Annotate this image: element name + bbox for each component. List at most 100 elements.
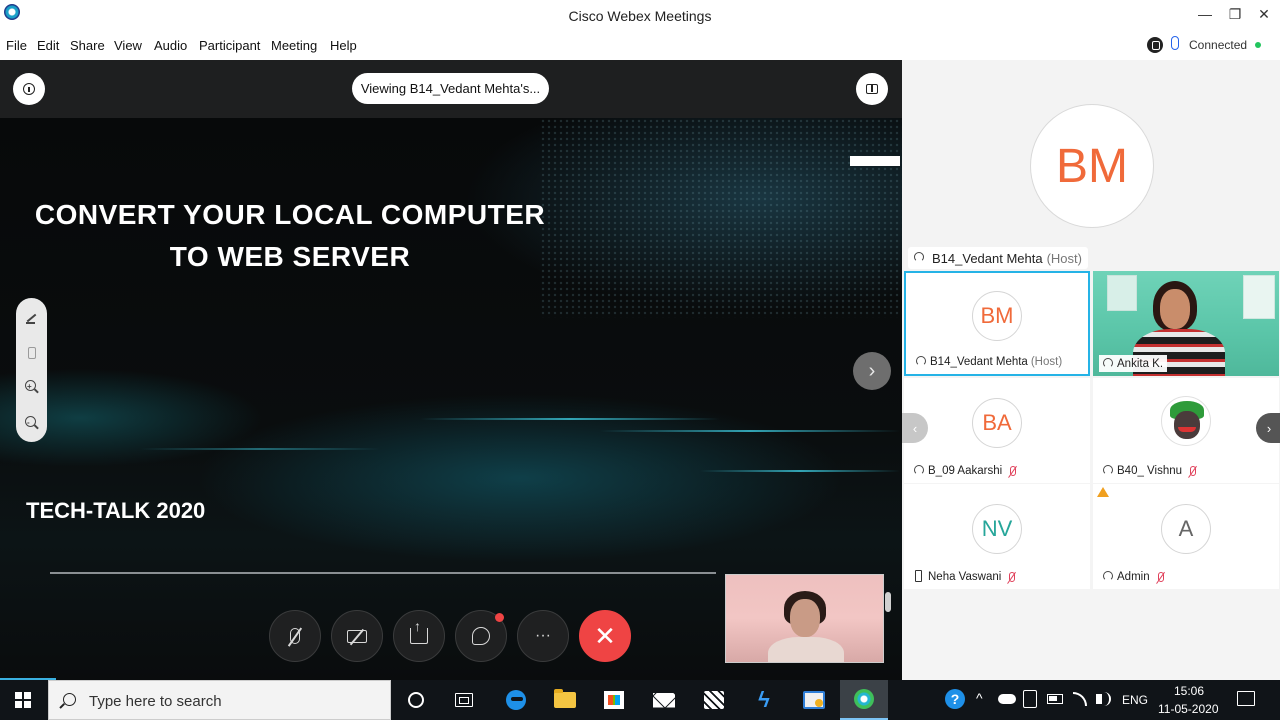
edge-button[interactable] — [492, 680, 540, 720]
bolt-icon: ϟ — [758, 687, 770, 712]
participant-tile[interactable]: A Admin — [1093, 484, 1279, 589]
connection-status-dot — [1255, 42, 1261, 48]
menu-edit[interactable]: Edit — [37, 38, 59, 53]
slide-subtitle: TECH-TALK 2020 — [26, 498, 206, 523]
windows-taskbar: Type here to search ϟ ? ^ ENG 15:06 11-0… — [0, 680, 1280, 720]
next-participants-button[interactable]: › — [1256, 413, 1280, 443]
next-page-button[interactable]: › — [853, 352, 891, 390]
microphone-icon[interactable] — [1171, 36, 1179, 50]
video-person-face — [1160, 289, 1190, 329]
participant-label: Ankita K. — [1099, 355, 1168, 372]
lock-icon[interactable] — [1147, 37, 1163, 53]
active-speaker-role: (Host) — [1046, 250, 1082, 266]
store-button[interactable] — [590, 680, 638, 720]
connection-status: Connected — [1189, 38, 1248, 52]
input-language[interactable]: ENG — [1122, 693, 1148, 707]
minimize-button[interactable]: — — [1190, 2, 1220, 26]
share-button[interactable] — [393, 610, 445, 662]
self-view-video[interactable] — [725, 574, 884, 663]
participant-tile[interactable]: NV Neha Vaswani — [904, 484, 1090, 589]
viewing-indicator[interactable]: Viewing B14_Vedant Mehta's... — [352, 73, 549, 104]
pen-icon[interactable] — [25, 312, 38, 325]
notifications-icon[interactable] — [1237, 691, 1255, 706]
shared-content-stage: Viewing B14_Vedant Mehta's... CONVERT YO… — [0, 60, 902, 680]
video-button[interactable] — [331, 610, 383, 662]
close-button[interactable]: ✕ — [1249, 2, 1279, 26]
file-explorer-button[interactable] — [541, 680, 589, 720]
participant-tile[interactable]: BM B14_Vedant Mehta (Host) — [904, 271, 1090, 376]
menu-audio[interactable]: Audio — [154, 38, 187, 53]
muted-mic-icon — [1157, 571, 1164, 582]
headset-icon — [914, 252, 924, 262]
more-options-button[interactable]: ··· — [517, 610, 569, 662]
zoom-out-icon[interactable]: - — [25, 416, 38, 429]
show-hidden-icons-chevron[interactable]: ^ — [976, 690, 983, 706]
participant-label: B40_ Vishnu — [1099, 462, 1201, 479]
slide-title-line-1: CONVERT YOUR LOCAL COMPUTER — [34, 199, 546, 230]
participant-name: Ankita K. — [1117, 357, 1164, 370]
battery-icon[interactable] — [1047, 694, 1063, 704]
participant-label: B14_Vedant Mehta (Host) — [912, 353, 1067, 370]
annotation-toolbar: + - — [16, 298, 47, 442]
participant-label: Admin — [1099, 568, 1168, 585]
cortana-button[interactable] — [392, 680, 440, 720]
menu-participant[interactable]: Participant — [199, 38, 260, 53]
volume-icon[interactable] — [1096, 692, 1111, 706]
participant-avatar: A — [1161, 504, 1211, 554]
video-background-frame — [1243, 275, 1275, 319]
search-placeholder: Type here to search — [89, 693, 222, 710]
slide-dot-pattern — [540, 118, 902, 318]
mic-off-icon — [290, 628, 300, 644]
taskbar-search-box[interactable]: Type here to search — [48, 680, 391, 720]
muted-mic-icon — [1010, 465, 1017, 476]
participant-tile[interactable]: B40_ Vishnu — [1093, 378, 1279, 483]
menu-file[interactable]: File — [6, 38, 27, 53]
participant-avatar: BA — [972, 398, 1022, 448]
participant-avatar: NV — [972, 504, 1022, 554]
help-icon[interactable]: ? — [945, 689, 965, 709]
phone-icon — [915, 570, 922, 582]
dropbox-icon — [704, 691, 724, 709]
clock-date[interactable]: 11-05-2020 — [1158, 702, 1219, 716]
active-speaker-area: BM B14_Vedant Mehta (Host) — [902, 60, 1280, 270]
share-icon — [410, 618, 428, 644]
joker-avatar — [1161, 396, 1211, 446]
menu-share[interactable]: Share — [70, 38, 105, 53]
layout-toggle-button[interactable] — [856, 73, 888, 105]
participant-name: Neha Vaswani — [928, 570, 1002, 583]
slide-light-streak — [600, 430, 900, 432]
meeting-info-button[interactable] — [13, 73, 45, 105]
menu-bar: File Edit Share View Audio Participant M… — [0, 32, 1280, 60]
dropbox-button[interactable] — [690, 680, 738, 720]
device-icon[interactable] — [1023, 690, 1037, 708]
menu-view[interactable]: View — [114, 38, 142, 53]
clock-time[interactable]: 15:06 — [1174, 684, 1204, 698]
task-view-button[interactable] — [440, 680, 488, 720]
leave-meeting-button[interactable]: ✕ — [579, 610, 631, 662]
self-view-handle[interactable] — [885, 592, 891, 612]
video-off-icon — [347, 629, 367, 643]
webex-icon — [854, 689, 874, 709]
restore-button[interactable]: ❐ — [1220, 2, 1250, 26]
mute-button[interactable] — [269, 610, 321, 662]
participant-avatar: BM — [972, 291, 1022, 341]
windows-start-icon[interactable] — [15, 692, 31, 708]
bolt-app-button[interactable]: ϟ — [740, 680, 788, 720]
avatar-face — [1174, 411, 1200, 439]
zoom-in-icon[interactable]: + — [25, 380, 38, 393]
menu-help[interactable]: Help — [330, 38, 357, 53]
participant-tile[interactable]: BA B_09 Aakarshi — [904, 378, 1090, 483]
webex-taskbar-button[interactable] — [840, 680, 888, 720]
paint-button[interactable] — [790, 680, 838, 720]
participant-tile[interactable]: Ankita K. — [1093, 271, 1279, 376]
onedrive-icon[interactable] — [998, 694, 1016, 704]
slide-divider — [50, 572, 716, 574]
participant-role: (Host) — [1030, 355, 1063, 368]
menu-meeting[interactable]: Meeting — [271, 38, 317, 53]
title-bar: Cisco Webex Meetings — ❐ ✕ — [0, 0, 1280, 32]
wifi-icon[interactable] — [1073, 692, 1087, 706]
muted-mic-icon — [1190, 465, 1197, 476]
eraser-icon[interactable] — [25, 346, 38, 359]
mail-button[interactable] — [640, 680, 688, 720]
slide-white-bar — [850, 156, 900, 166]
